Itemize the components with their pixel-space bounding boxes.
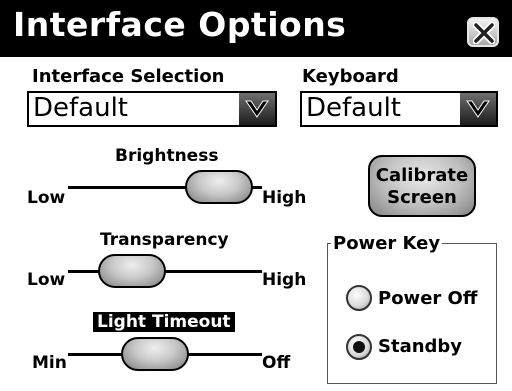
close-button[interactable] [467,17,499,47]
light-timeout-min-label: Min [32,353,67,373]
power-off-radio[interactable] [346,285,372,311]
power-key-group [327,243,497,384]
light-timeout-label: Light Timeout [93,312,235,332]
title-bar: Interface Options [0,0,512,57]
interface-selection-dropdown[interactable]: Default [27,91,277,127]
transparency-min-label: Low [27,270,66,290]
keyboard-value: Default [306,93,401,123]
calibrate-label-line2: Screen [387,187,457,208]
standby-label: Standby [378,336,463,357]
interface-options-window: Interface Options Interface Selection De… [0,0,512,391]
transparency-slider-handle[interactable] [98,254,166,288]
calibrate-screen-button[interactable]: Calibrate Screen [368,155,476,217]
brightness-label: Brightness [115,146,219,166]
power-key-title: Power Key [331,233,443,254]
transparency-label: Transparency [100,230,229,250]
keyboard-dropdown[interactable]: Default [300,91,498,127]
standby-radio[interactable] [346,334,372,360]
chevron-down-icon [466,100,490,118]
light-timeout-max-label: Off [262,353,291,373]
close-icon [473,22,495,44]
dropdown-arrow[interactable] [460,93,496,125]
dropdown-arrow[interactable] [239,93,275,125]
window-title: Interface Options [13,5,347,44]
power-off-label: Power Off [378,288,478,309]
brightness-max-label: High [262,188,307,208]
calibrate-label-line1: Calibrate [375,165,469,186]
transparency-max-label: High [262,270,307,290]
chevron-down-icon [245,100,269,118]
brightness-slider-handle[interactable] [185,170,253,204]
brightness-min-label: Low [27,188,66,208]
keyboard-label: Keyboard [302,66,399,87]
radio-selected-dot [353,341,365,353]
light-timeout-slider-handle[interactable] [121,337,189,371]
interface-selection-label: Interface Selection [32,66,225,87]
interface-selection-value: Default [33,93,128,123]
